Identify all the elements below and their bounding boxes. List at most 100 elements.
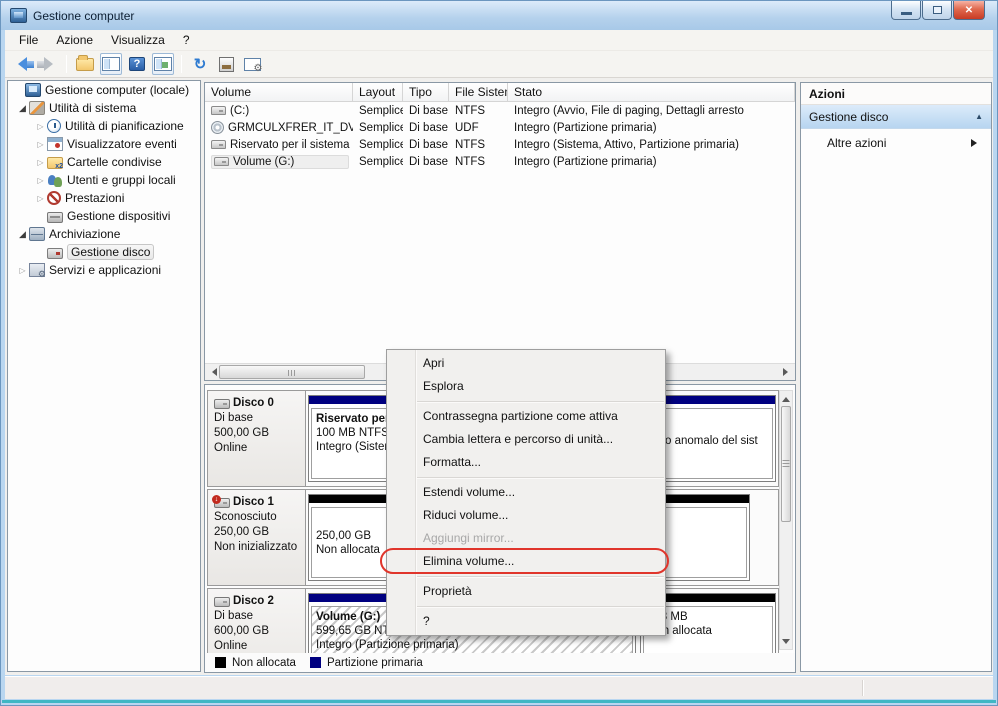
menu-separator	[417, 401, 664, 402]
actions-more-actions[interactable]: Altre azioni	[801, 129, 991, 157]
expanded-twisty-icon[interactable]: ◢	[16, 229, 29, 240]
collapse-group-icon[interactable]: ▲	[975, 112, 983, 121]
collapsed-twisty-icon[interactable]: ▷	[34, 158, 47, 167]
submenu-arrow-icon	[971, 139, 981, 147]
minimize-button[interactable]	[891, 1, 921, 20]
menu-item-apri[interactable]: Apri	[387, 352, 665, 375]
status-bar-divider	[862, 680, 863, 696]
computer-management-window: Gestione computer ✕ File Azione Visualiz…	[0, 0, 998, 706]
tree-item-system-utilities[interactable]: ◢ Utilità di sistema	[8, 99, 200, 117]
tree-item-event-viewer[interactable]: ▷ Visualizzatore eventi	[8, 135, 200, 153]
collapsed-twisty-icon[interactable]: ▷	[34, 122, 47, 131]
drive-icon	[214, 157, 229, 166]
unallocated-swatch	[215, 657, 226, 668]
scrollbar-thumb[interactable]	[219, 365, 365, 379]
menu-separator	[417, 576, 664, 577]
tree-item-device-manager[interactable]: Gestione dispositivi	[8, 207, 200, 225]
tree-item-computer-management[interactable]: Gestione computer (locale)	[8, 81, 200, 99]
menu-item-riduci-volume[interactable]: Riduci volume...	[387, 504, 665, 527]
tree-item-shared-folders[interactable]: ▷ Cartelle condivise	[8, 153, 200, 171]
tools-icon	[29, 101, 45, 115]
services-icon	[29, 263, 46, 280]
tree-item-disk-management[interactable]: Gestione disco	[8, 243, 200, 261]
menu-item-aggiungi-mirror: Aggiungi mirror...	[423, 531, 514, 545]
menu-azione[interactable]: Azione	[48, 31, 101, 49]
title-bar[interactable]: Gestione computer ✕	[1, 1, 997, 30]
table-row[interactable]: (C:) Semplice Di base NTFS Integro (Avvi…	[205, 102, 795, 119]
menu-item-elimina-volume[interactable]: Elimina volume...	[380, 548, 669, 574]
scroll-down-button[interactable]	[780, 635, 792, 649]
volume-list: Volume Layout Tipo File Sistema Stato (C…	[204, 82, 796, 381]
tree-item-services-applications[interactable]: ▷ Servizi e applicazioni	[8, 261, 200, 280]
tree-item-local-users-groups[interactable]: ▷ Utenti e gruppi locali	[8, 171, 200, 189]
properties-icon[interactable]	[215, 53, 237, 75]
column-volume[interactable]: Volume	[205, 83, 353, 101]
tree-item-performance[interactable]: ▷ Prestazioni	[8, 189, 200, 207]
refresh-icon[interactable]: ↻	[189, 53, 211, 75]
event-log-icon	[47, 137, 63, 151]
menu-item-help[interactable]: ?	[387, 610, 665, 633]
performance-icon	[47, 191, 61, 205]
storage-icon	[29, 227, 45, 241]
console-tree: Gestione computer (locale) ◢ Utilità di …	[7, 80, 201, 672]
close-button[interactable]: ✕	[953, 1, 985, 20]
menu-item-estendi-volume[interactable]: Estendi volume...	[387, 481, 665, 504]
vertical-scrollbar[interactable]	[779, 390, 793, 650]
shared-folder-icon	[47, 157, 63, 170]
drive-icon	[211, 140, 226, 149]
disk-error-icon	[212, 494, 230, 508]
actions-group-disk-management[interactable]: Gestione disco ▲	[801, 105, 991, 129]
expanded-twisty-icon[interactable]: ◢	[16, 103, 29, 114]
menu-item-esplora[interactable]: Esplora	[387, 375, 665, 398]
forward-button[interactable]	[36, 53, 59, 75]
collapsed-twisty-icon[interactable]: ▷	[34, 176, 47, 185]
legend-label: Non allocata	[232, 656, 296, 669]
column-stato[interactable]: Stato	[508, 83, 795, 101]
menu-item-formatta[interactable]: Formatta...	[387, 451, 665, 474]
collapsed-twisty-icon[interactable]: ▷	[34, 140, 47, 149]
collapsed-twisty-icon[interactable]: ▷	[34, 194, 47, 203]
console-window-icon[interactable]	[241, 53, 263, 75]
table-row[interactable]: Riservato per il sistema Semplice Di bas…	[205, 136, 795, 153]
table-row[interactable]: GRMCULXFRER_IT_DVD (D:) Semplice Di base…	[205, 119, 795, 136]
export-folder-icon[interactable]	[74, 53, 96, 75]
toolbar: ? ↻	[5, 51, 993, 78]
actions-title: Azioni	[801, 83, 991, 105]
menu-visualizza[interactable]: Visualizza	[103, 31, 173, 49]
menu-separator	[417, 477, 664, 478]
maximize-button[interactable]	[922, 1, 952, 20]
menu-file[interactable]: File	[11, 31, 46, 49]
volume-context-menu: Apri Esplora Contrassegna partizione com…	[380, 349, 669, 636]
show-console-tree-button[interactable]	[100, 53, 122, 75]
tree-item-storage[interactable]: ◢ Archiviazione	[8, 225, 200, 243]
disk-1-header[interactable]: Disco 1 Sconosciuto 250,00 GB Non inizia…	[208, 490, 306, 585]
collapsed-twisty-icon[interactable]: ▷	[16, 266, 29, 275]
app-icon	[10, 8, 27, 23]
drive-icon	[211, 106, 226, 115]
scroll-up-button[interactable]	[780, 391, 792, 405]
back-button[interactable]	[11, 53, 34, 75]
disk-0-header[interactable]: Disco 0 Di base 500,00 GB Online	[208, 391, 306, 486]
scroll-right-button[interactable]	[778, 364, 795, 380]
clock-icon	[47, 119, 61, 133]
show-action-pane-button[interactable]	[152, 53, 174, 75]
window-title: Gestione computer	[33, 8, 135, 23]
menu-item-contrassegna-partizione[interactable]: Contrassegna partizione come attiva	[387, 405, 665, 428]
column-file-sistema[interactable]: File Sistema	[449, 83, 508, 101]
partition-system-reserved[interactable]: Riservato per il sistema 100 MB NTFS Int…	[308, 395, 390, 482]
menu-bar: File Azione Visualizza ?	[5, 30, 993, 51]
volume-list-header: Volume Layout Tipo File Sistema Stato	[205, 83, 795, 102]
menu-item-proprieta[interactable]: Proprietà	[387, 580, 665, 603]
disk-icon	[214, 398, 230, 409]
tree-item-task-scheduler[interactable]: ▷ Utilità di pianificazione	[8, 117, 200, 135]
toolbar-separator	[181, 55, 182, 73]
column-tipo[interactable]: Tipo	[403, 83, 449, 101]
menu-help[interactable]: ?	[175, 31, 198, 49]
table-row-selected[interactable]: Volume (G:) Semplice Di base NTFS Integr…	[205, 153, 795, 170]
primary-partition-bar	[309, 396, 389, 405]
menu-item-cambia-lettera[interactable]: Cambia lettera e percorso di unità...	[387, 428, 665, 451]
scrollbar-thumb[interactable]	[781, 406, 791, 522]
help-icon[interactable]: ?	[126, 53, 148, 75]
column-layout[interactable]: Layout	[353, 83, 403, 101]
toolbar-separator	[66, 55, 67, 73]
